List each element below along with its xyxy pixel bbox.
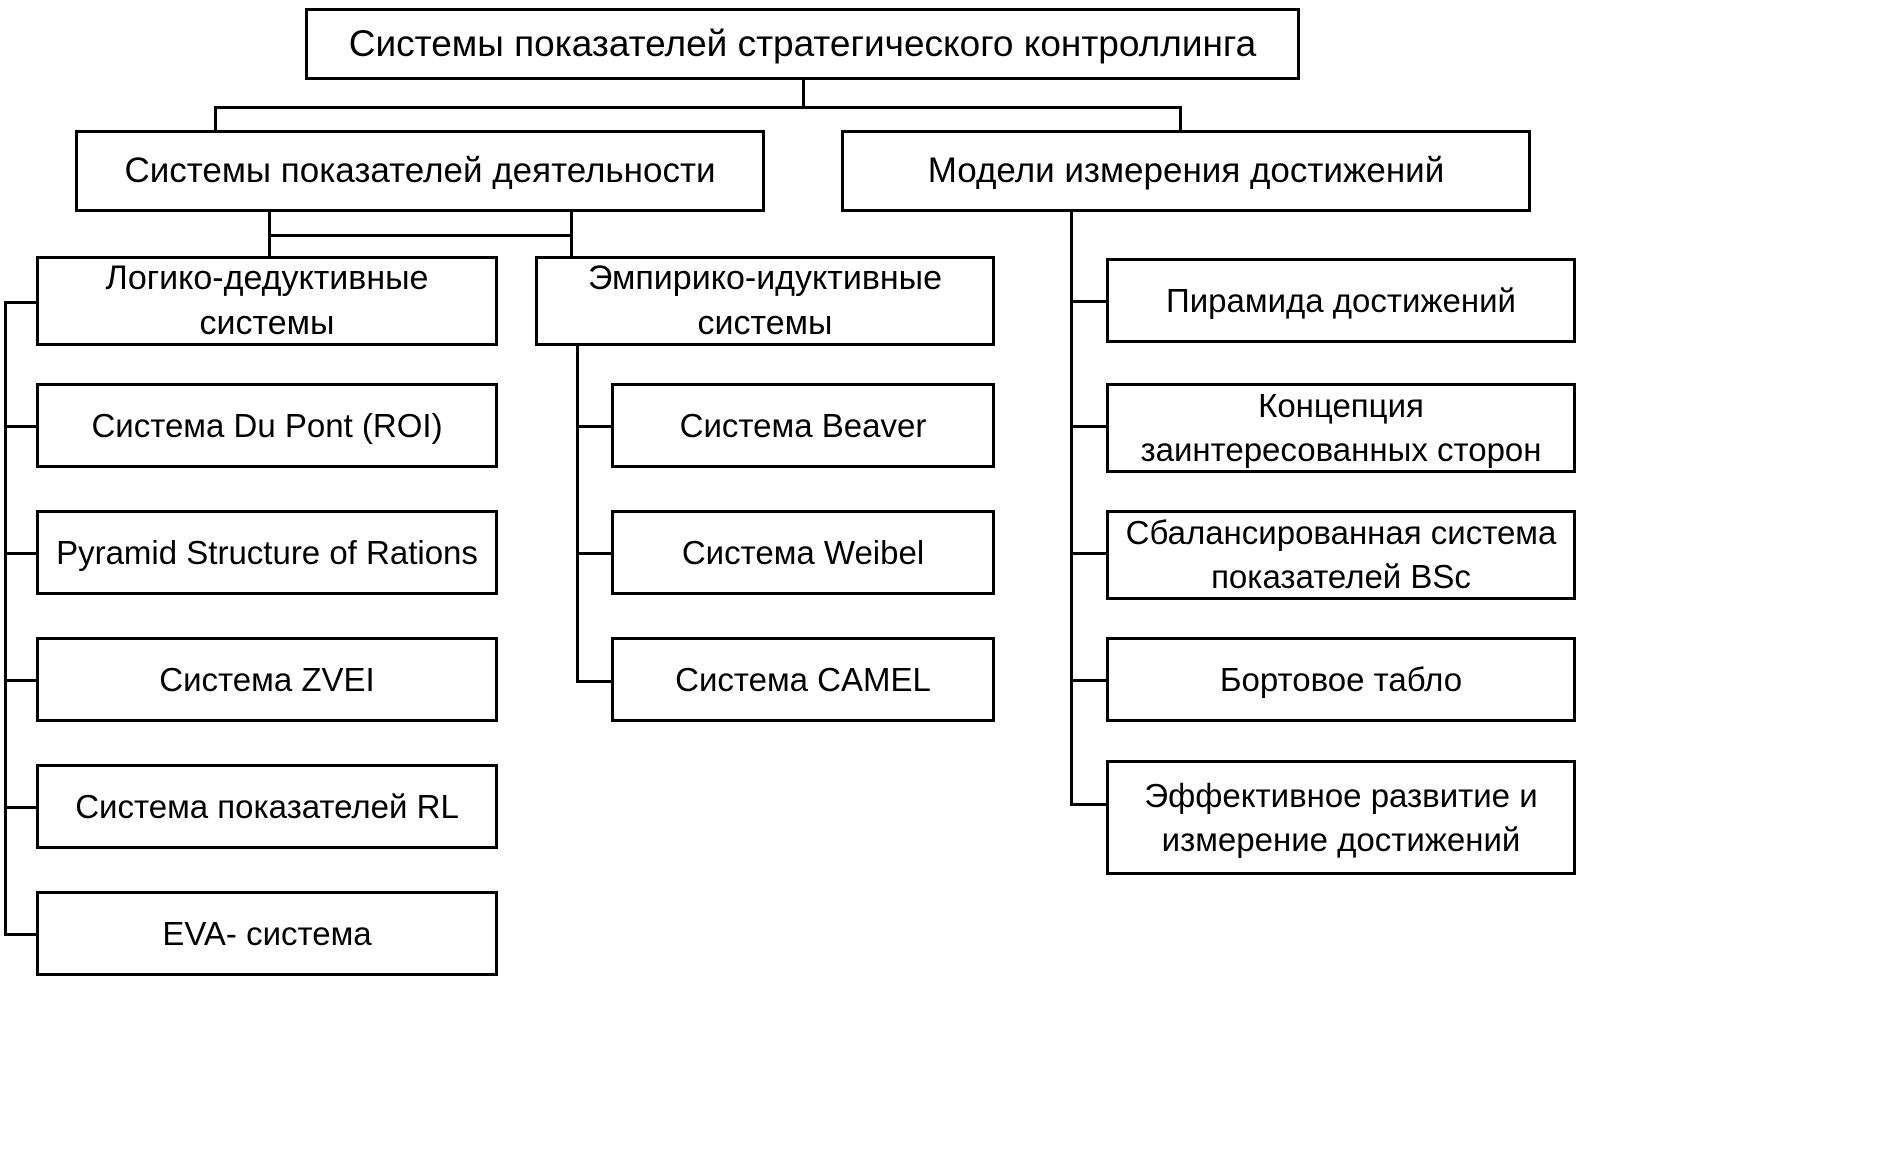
- node-dashboard: Бортовое табло: [1106, 637, 1576, 722]
- node-eva-system: EVA- система: [36, 891, 498, 976]
- connector-root-bus: [214, 106, 1182, 109]
- connector-branch-camel: [576, 680, 613, 683]
- node-effective-development-label: Эффективное развитие и измерение достиже…: [1144, 776, 1538, 858]
- node-weibel: Система Weibel: [611, 510, 995, 595]
- node-rl-indicators-label: Система показателей RL: [75, 787, 459, 825]
- connector-branch-eva: [4, 933, 39, 936]
- node-performance-systems-label: Системы показателей деятельности: [124, 150, 716, 190]
- node-achievement-models-label: Модели измерения достижений: [927, 150, 1445, 190]
- connector-logical-entry: [4, 301, 39, 304]
- node-stakeholder-concept-label: Концепция заинтересованных сторон: [1140, 387, 1542, 468]
- node-pyramid-structure: Pyramid Structure of Rations: [36, 510, 498, 595]
- connector-branch-rl: [4, 806, 39, 809]
- node-zvei-label: Система ZVEI: [159, 660, 375, 698]
- connector-root-stem: [802, 80, 805, 108]
- node-empirico-inductive-label: Эмпирико-идуктивные системы: [587, 259, 943, 342]
- node-zvei: Система ZVEI: [36, 637, 498, 722]
- connector-branch-pyramid-ach: [1070, 300, 1108, 303]
- node-balanced-scorecard-label: Сбалансированная система показателей BSc: [1125, 514, 1557, 595]
- node-achievement-models: Модели измерения достижений: [841, 130, 1531, 212]
- node-eva-system-label: EVA- система: [162, 914, 372, 952]
- node-weibel-label: Система Weibel: [681, 533, 925, 571]
- node-beaver: Система Beaver: [611, 383, 995, 468]
- connector-branch-dupont: [4, 425, 39, 428]
- node-achievement-pyramid: Пирамида достижений: [1106, 258, 1576, 343]
- node-pyramid-structure-label: Pyramid Structure of Rations: [56, 533, 478, 571]
- diagram-canvas: Системы показателей стратегического конт…: [0, 0, 1881, 1174]
- connector-branch-bsc: [1070, 552, 1108, 555]
- connector-branch-stakeholder: [1070, 425, 1108, 428]
- node-camel: Система CAMEL: [611, 637, 995, 722]
- connector-branch-weibel: [576, 552, 613, 555]
- node-beaver-label: Система Beaver: [679, 406, 927, 444]
- node-root-label: Системы показателей стратегического конт…: [348, 22, 1257, 64]
- connector-branch-zvei: [4, 679, 39, 682]
- connector-branch-effective: [1070, 803, 1108, 806]
- connector-drop-logical: [268, 234, 271, 258]
- connector-drop-achievement: [1179, 106, 1182, 132]
- connector-branch-beaver: [576, 425, 613, 428]
- node-logico-deductive: Логико-дедуктивные системы: [36, 256, 498, 346]
- node-dashboard-label: Бортовое табло: [1219, 660, 1463, 698]
- connector-performance-stem-right: [570, 212, 573, 258]
- node-performance-systems: Системы показателей деятельности: [75, 130, 765, 212]
- node-rl-indicators: Система показателей RL: [36, 764, 498, 849]
- node-du-pont-label: Система Du Pont (ROI): [91, 406, 443, 444]
- node-root: Системы показателей стратегического конт…: [305, 8, 1300, 80]
- node-achievement-pyramid-label: Пирамида достижений: [1166, 281, 1516, 319]
- node-logico-deductive-label: Логико-дедуктивные системы: [105, 259, 429, 342]
- connector-logical-spine: [4, 301, 7, 935]
- connector-empirical-spine: [576, 346, 579, 683]
- connector-drop-performance: [214, 106, 217, 132]
- node-effective-development: Эффективное развитие и измерение достиже…: [1106, 760, 1576, 875]
- node-balanced-scorecard: Сбалансированная система показателей BSc: [1106, 510, 1576, 600]
- node-du-pont: Система Du Pont (ROI): [36, 383, 498, 468]
- connector-branch-pyramid: [4, 552, 39, 555]
- node-camel-label: Система CAMEL: [675, 660, 931, 698]
- connector-performance-bus: [268, 234, 573, 237]
- connector-performance-stem-left: [268, 212, 271, 236]
- node-empirico-inductive: Эмпирико-идуктивные системы: [535, 256, 995, 346]
- node-stakeholder-concept: Концепция заинтересованных сторон: [1106, 383, 1576, 473]
- connector-branch-dashboard: [1070, 679, 1108, 682]
